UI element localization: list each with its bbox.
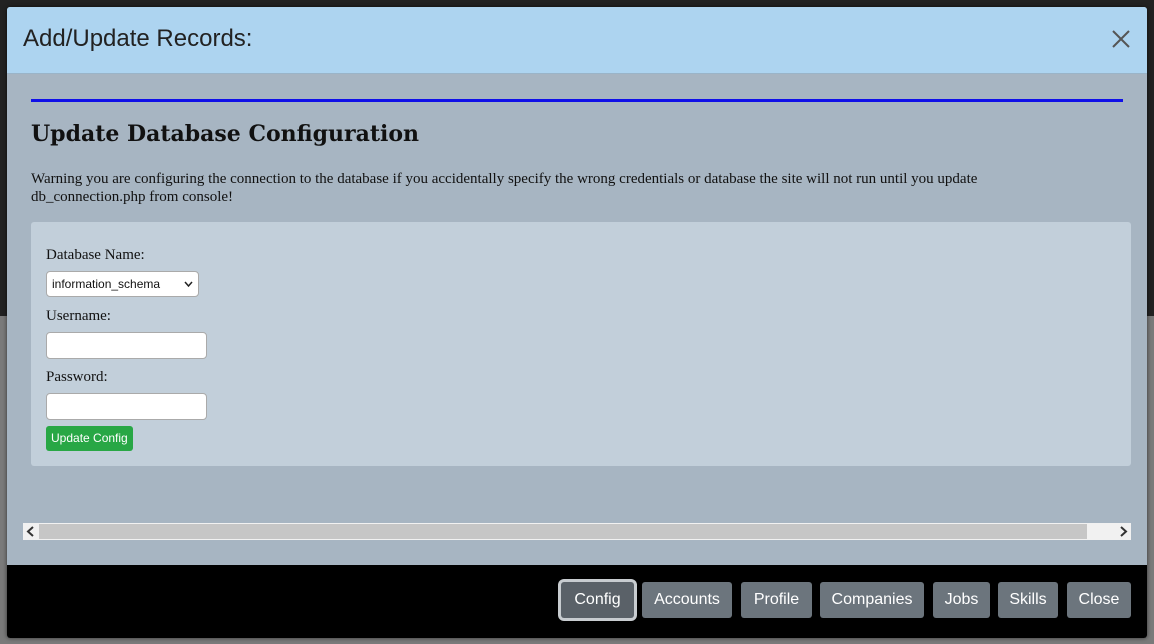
section-title: Update Database Configuration bbox=[31, 121, 420, 147]
scrollbar-thumb[interactable] bbox=[39, 524, 1087, 539]
modal-footer: Config Accounts Profile Companies Jobs S… bbox=[7, 565, 1147, 638]
chevron-down-icon bbox=[184, 281, 193, 288]
section-divider bbox=[31, 99, 1123, 102]
modal-header: Add/Update Records: bbox=[7, 7, 1147, 74]
scroll-right-icon[interactable] bbox=[1115, 523, 1131, 540]
database-label: Database Name: bbox=[46, 247, 145, 263]
skills-button[interactable]: Skills bbox=[998, 582, 1058, 618]
accounts-button[interactable]: Accounts bbox=[642, 582, 732, 618]
password-input[interactable] bbox=[46, 393, 207, 420]
close-icon[interactable] bbox=[1109, 27, 1133, 51]
modal-title: Add/Update Records: bbox=[23, 25, 253, 52]
config-form: Database Name: information_schema Userna… bbox=[31, 222, 1131, 466]
config-button[interactable]: Config bbox=[561, 582, 634, 618]
database-select[interactable]: information_schema bbox=[46, 271, 199, 297]
companies-button[interactable]: Companies bbox=[820, 582, 924, 618]
username-input[interactable] bbox=[46, 332, 207, 359]
warning-text: Warning you are configuring the connecti… bbox=[31, 171, 978, 205]
database-select-value: information_schema bbox=[52, 277, 161, 291]
records-modal: Add/Update Records: Update Database Conf… bbox=[7, 7, 1147, 638]
username-label: Username: bbox=[46, 308, 111, 324]
close-button[interactable]: Close bbox=[1067, 582, 1131, 618]
jobs-button[interactable]: Jobs bbox=[933, 582, 990, 618]
profile-button[interactable]: Profile bbox=[741, 582, 812, 618]
modal-body: Update Database Configuration Warning yo… bbox=[7, 74, 1147, 565]
scroll-left-icon[interactable] bbox=[23, 523, 39, 540]
update-config-button[interactable]: Update Config bbox=[46, 426, 133, 451]
horizontal-scrollbar[interactable] bbox=[23, 523, 1131, 540]
password-label: Password: bbox=[46, 369, 108, 385]
